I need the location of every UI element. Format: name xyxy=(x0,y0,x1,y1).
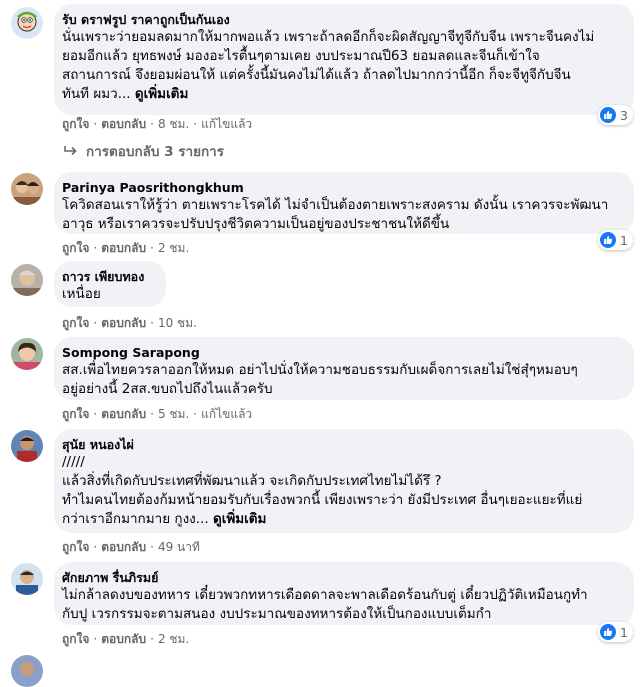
avatar-photo-icon xyxy=(11,563,43,595)
comment-text-line: ///// xyxy=(62,454,85,470)
comment-text-line: อยู่อย่างนี้ 2สส.ขบถไปถึงไนแล้วครับ xyxy=(62,381,273,397)
like-button[interactable]: ถูกใจ xyxy=(62,407,89,421)
comment-author[interactable]: Sompong Sarapong xyxy=(62,344,623,361)
comment-text-truncated: กว่าเราอีกมากมาย กูงง... xyxy=(62,511,209,527)
comment-text-line: เหนื่อย xyxy=(62,286,101,302)
avatar-photo-icon xyxy=(11,264,43,296)
see-more-link[interactable]: ดูเพิ่มเติม xyxy=(135,86,188,102)
comment-text-line: ทำไมคนไทยต้องก้มหน้ายอมรับกับเรื่องพวกนี… xyxy=(62,492,583,508)
reply-button[interactable]: ตอบกลับ xyxy=(101,407,146,421)
comment-text-line: ทันที ผมว... ดูเพิ่มเติม xyxy=(62,85,623,104)
reply-button[interactable]: ตอบกลับ xyxy=(101,241,146,255)
thumbs-up-icon xyxy=(600,232,616,248)
avatar-cartoon-icon xyxy=(11,7,43,39)
see-more-link[interactable]: ดูเพิ่มเติม xyxy=(213,511,266,527)
like-button[interactable]: ถูกใจ xyxy=(62,316,89,330)
like-button[interactable]: ถูกใจ xyxy=(62,540,89,554)
comment-timestamp[interactable]: 2 ชม. xyxy=(158,632,189,646)
comment-timestamp[interactable]: 10 ชม. xyxy=(158,316,197,330)
comment-actions: ถูกใจ · ตอบกลับ · 8 ชม. · แก้ไขแล้ว xyxy=(62,117,253,131)
comment-bubble: Sompong Sarapong สส.เพื่อไทยควรลาออกให้ห… xyxy=(54,337,634,400)
reply-button[interactable]: ตอบกลับ xyxy=(101,632,146,646)
reaction-count: 1 xyxy=(620,624,628,640)
reply-button[interactable]: ตอบกลับ xyxy=(101,540,146,554)
comment-text-line: ยอมอีกแล้ว ยุทธพงษ์ มองอะไรตื้นๆตามเคย ง… xyxy=(62,48,540,64)
comment-timestamp[interactable]: 2 ชม. xyxy=(158,241,189,255)
thumbs-up-icon xyxy=(600,107,616,123)
comment-actions: ถูกใจ · ตอบกลับ · 2 ชม. xyxy=(62,241,190,255)
avatar[interactable] xyxy=(11,563,43,595)
comment-author[interactable]: ถาวร เพียบทอง xyxy=(62,268,155,285)
comment-text-line: กว่าเราอีกมากมาย กูงง... ดูเพิ่มเติม xyxy=(62,510,623,529)
comment-author[interactable]: รับ ดราฟรูป ราคาถูกเป็นกันเอง xyxy=(62,11,623,28)
comment-timestamp[interactable]: 8 ชม. xyxy=(158,117,189,131)
comment-text-line: โควิดสอนเราให้รู้ว่า ตายเพราะโรคได้ ไม่จ… xyxy=(62,197,609,213)
comment-bubble: ศักยภาพ รื่นภิรมย์ ไม่กล้าลดงบของทหาร เด… xyxy=(54,562,634,625)
reply-arrow-icon xyxy=(64,146,77,156)
comment-text-line: ไม่กล้าลดงบของทหาร เดี๋ยวพวกทหารเดือดดาล… xyxy=(62,587,588,603)
avatar[interactable] xyxy=(11,264,43,296)
reaction-count-badge[interactable]: 1 xyxy=(598,230,633,250)
comment-text-line: สส.เพื่อไทยควรลาออกให้หมด อย่าไปนั่งให้ค… xyxy=(62,362,578,378)
comment-text-line: นั่นเพราะว่ายอมลดมากให้มากพอแล้ว เพราะถ้… xyxy=(62,29,595,45)
edited-label[interactable]: แก้ไขแล้ว xyxy=(201,407,252,421)
comment-text-truncated: ทันที ผมว... xyxy=(62,86,131,102)
edited-label[interactable]: แก้ไขแล้ว xyxy=(201,117,252,131)
avatar[interactable] xyxy=(11,430,43,462)
reaction-count-badge[interactable]: 3 xyxy=(598,105,633,125)
reaction-count: 1 xyxy=(620,232,628,248)
comment-timestamp[interactable]: 5 ชม. xyxy=(158,407,189,421)
reaction-count: 3 xyxy=(620,107,628,123)
avatar-photo-icon xyxy=(11,173,43,205)
view-replies-link[interactable]: การตอบกลับ 3 รายการ xyxy=(62,140,224,162)
comment-bubble: รับ ดราฟรูป ราคาถูกเป็นกันเอง นั่นเพราะว… xyxy=(54,4,634,115)
like-button[interactable]: ถูกใจ xyxy=(62,241,89,255)
avatar[interactable] xyxy=(11,338,43,370)
comment-author[interactable]: Parinya Paosrithongkhum xyxy=(62,179,623,196)
comment-text-line: แล้วสิ่งที่เกิดกับประเทศที่พัฒนาแล้ว จะเ… xyxy=(62,473,442,489)
avatar[interactable] xyxy=(11,7,43,39)
comment-actions: ถูกใจ · ตอบกลับ · 5 ชม. · แก้ไขแล้ว xyxy=(62,407,253,421)
comment-bubble: Parinya Paosrithongkhum โควิดสอนเราให้รู… xyxy=(54,172,634,234)
comment-timestamp[interactable]: 49 นาที xyxy=(158,540,200,554)
reaction-count-badge[interactable]: 1 xyxy=(598,622,633,642)
comment-actions: ถูกใจ · ตอบกลับ · 2 ชม. xyxy=(62,632,190,646)
comment-bubble: ถาวร เพียบทอง เหนื่อย xyxy=(54,261,166,307)
comment-actions: ถูกใจ · ตอบกลับ · 10 ชม. xyxy=(62,316,197,330)
like-button[interactable]: ถูกใจ xyxy=(62,117,89,131)
view-replies-label: การตอบกลับ 3 รายการ xyxy=(86,144,225,160)
reply-button[interactable]: ตอบกลับ xyxy=(101,117,146,131)
avatar-photo-icon xyxy=(11,430,43,462)
comment-text-line: อาวุธ หรือเราควรจะปรับปรุงชีวิตความเป็นอ… xyxy=(62,216,450,232)
avatar[interactable] xyxy=(11,173,43,205)
comment-text-line: สถานการณ์ จึงยอมผ่อนให้ แต่ครั้งนี้มันคง… xyxy=(62,67,571,83)
thumbs-up-icon xyxy=(600,624,616,640)
avatar-photo-icon xyxy=(11,655,43,687)
like-button[interactable]: ถูกใจ xyxy=(62,632,89,646)
comment-bubble: สุนัย หนองไผ่ ///// แล้วสิ่งที่เกิดกับปร… xyxy=(54,429,634,533)
comment-author[interactable]: ศักยภาพ รื่นภิรมย์ xyxy=(62,569,623,586)
reply-button[interactable]: ตอบกลับ xyxy=(101,316,146,330)
avatar-photo-icon xyxy=(11,338,43,370)
comment-author[interactable]: สุนัย หนองไผ่ xyxy=(62,436,623,453)
avatar[interactable] xyxy=(11,655,43,687)
comment-actions: ถูกใจ · ตอบกลับ · 49 นาที xyxy=(62,540,200,554)
comment-text-line: กับปู เวรกรรมจะตามสนอง งบประมาณของทหารต้… xyxy=(62,606,492,622)
